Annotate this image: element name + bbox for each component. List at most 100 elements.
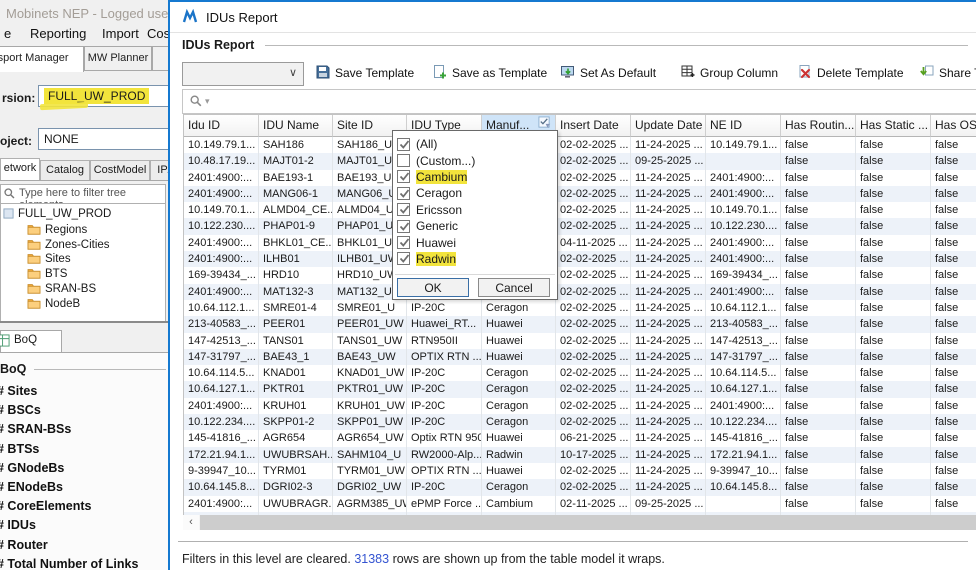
project-label: oject: [0,134,32,148]
template-select[interactable]: ∨ [182,62,304,86]
table-row[interactable]: 2401:4900:...ILHB01ILHB01_UW02-02-2025 .… [184,251,976,267]
boq-item-idus[interactable]: # IDUs [0,518,36,532]
tree-filter-input[interactable]: Type here to filter tree elements [0,184,166,204]
subtab-catalog[interactable]: Catalog [40,160,90,180]
table-row[interactable]: 213-40583_...PEER01PEER01_UWHuawei_RT...… [184,316,976,332]
boq-item-btss[interactable]: # BTSs [0,442,39,456]
menu-item-e[interactable]: e [4,26,11,41]
cell-update-date: 11-24-2025 ... [631,170,706,186]
checked-checkbox-icon[interactable] [397,187,410,200]
checked-checkbox-icon[interactable] [397,220,410,233]
save-as-template-button[interactable]: Save as Template [432,62,547,84]
tree-item-label: SRAN-BS [45,282,96,296]
column-header-insert-date[interactable]: Insert Date [556,115,631,137]
table-row[interactable]: 169-39434_...HRD10HRD10_UW02-02-2025 ...… [184,267,976,283]
table-row[interactable]: 10.149.70.1...ALMD04_CE...ALMD04_U02-02-… [184,202,976,218]
table-row[interactable]: 2401:4900:...MAT132-3MAT132_U02-02-2025 … [184,284,976,300]
table-row[interactable]: 10.64.145.8...DGRI02-3DGRI02_UWIP-20CCer… [184,479,976,495]
boq-item-coreelements[interactable]: # CoreElements [0,499,91,513]
project-field[interactable]: NONE [38,128,168,150]
table-row[interactable]: 147-42513_...TANS01TANS01_UWRTN950IIHuaw… [184,333,976,349]
menu-item-cost[interactable]: Cost [147,26,168,41]
checked-checkbox-icon[interactable] [397,252,410,265]
table-row[interactable]: 10.64.127.1...PKTR01PKTR01_UWIP-20CCerag… [184,381,976,397]
checked-checkbox-icon[interactable] [397,138,410,151]
column-header-idu-name[interactable]: IDU Name [259,115,333,137]
dialog-titlebar[interactable]: IDUs Report [170,2,976,32]
menu-item-reporting[interactable]: Reporting [30,26,86,41]
search-caret-icon: ▾ [205,96,210,107]
table-row[interactable]: 10.48.17.19...MAJT01-2MAJT01_U02-02-2025… [184,153,976,169]
column-header-has-static[interactable]: Has Static ... [856,115,931,137]
boq-item-sran-bss[interactable]: # SRAN-BSs [0,422,71,436]
table-row[interactable]: 9-39947_10...TYRM01TYRM01_UWOPTIX RTN ..… [184,463,976,479]
filter-option-generic[interactable]: Generic [393,218,458,234]
filter-option-all[interactable]: (All) [393,136,437,152]
table-row[interactable]: 172.21.94.1...UWUBRSAH...SAHM104_URW2000… [184,447,976,463]
checked-checkbox-icon[interactable] [397,236,410,249]
group-column-button[interactable]: Group Column [680,62,778,84]
ok-button[interactable]: OK [397,278,469,297]
column-header-idu-id[interactable]: Idu ID [184,115,259,137]
table-row[interactable]: 10.122.230....PHAP01-9PHAP01_U02-02-2025… [184,218,976,234]
table-row[interactable]: 2401:4900:...BAE193-1BAE193_U02-02-2025 … [184,170,976,186]
horizontal-scrollbar[interactable]: ‹ [183,515,976,530]
subtab-costmodel[interactable]: CostModel [90,160,150,180]
scrollbar-thumb[interactable] [200,515,976,530]
column-header-ne-id[interactable]: NE ID [706,115,781,137]
boq-item-router[interactable]: # Router [0,538,48,552]
cell-manuf: Huawei [482,349,556,365]
panel-splitter[interactable] [0,321,168,323]
table-row[interactable]: 147-31797_...BAE43_1BAE43_UWOPTIX RTN ..… [184,349,976,365]
table-row[interactable]: 10.149.79.1...SAH186SAH186_U02-02-2025 .… [184,137,976,153]
table-row[interactable]: 10.122.234....SKPP01-2SKPP01_UWIP-20CCer… [184,414,976,430]
table-search-input[interactable]: ▾ [182,89,976,114]
cell-insert-date: 02-02-2025 ... [556,170,631,186]
filter-option-huawei[interactable]: Huawei [393,234,456,250]
cell-insert-date: 02-02-2025 ... [556,284,631,300]
filter-option-ericsson[interactable]: Ericsson [393,202,462,218]
set-as-default-button[interactable]: Set As Default [560,62,656,84]
column-header-has-routin[interactable]: Has Routin... [781,115,856,137]
table-row[interactable]: 2401:4900:...BHKL01_CE...BHKL01_UW04-11-… [184,235,976,251]
subtab-etwork[interactable]: etwork [0,158,40,180]
unchecked-checkbox-icon[interactable] [397,154,410,167]
boq-item-total-number-of-links[interactable]: # Total Number of Links [0,557,138,570]
tab-ansport-manager[interactable]: ansport Manager [0,46,84,72]
tab-boq[interactable]: BoQ [0,330,62,352]
share-te-button[interactable]: Share Te [919,62,976,84]
cell-insert-date: 10-17-2025 ... [556,447,631,463]
tab-mw-planner[interactable]: MW Planner [84,46,152,70]
boq-item-enodebs[interactable]: # ENodeBs [0,480,63,494]
checked-checkbox-icon[interactable] [397,170,410,183]
save-template-button[interactable]: Save Template [315,62,414,84]
filter-option-cambium[interactable]: Cambium [393,169,467,185]
cell-has-routin: false [781,218,856,234]
table-row[interactable]: 10.64.114.5...KNAD01KNAD01_UWIP-20CCerag… [184,365,976,381]
delete-template-button[interactable]: Delete Template [797,62,904,84]
main-app-window: Mobinets NEP - Logged user: P eReporting… [0,0,168,570]
subtab-ip[interactable]: IP/ [150,160,168,180]
table-row[interactable]: 145-41816_...AGR654AGR654_UWOptix RTN 95… [184,430,976,446]
menu-item-import[interactable]: Import [102,26,139,41]
tab-r[interactable]: R [152,46,168,70]
scroll-left-arrow-icon[interactable]: ‹ [183,515,199,530]
boq-item-sites[interactable]: # Sites [0,384,37,398]
cancel-button[interactable]: Cancel [478,278,550,297]
filter-option-radwin[interactable]: Radwin [393,251,456,267]
boq-item-gnodebs[interactable]: # GNodeBs [0,461,64,475]
table-row[interactable]: 10.64.112.1...SMRE01-4SMRE01_UIP-20CCera… [184,300,976,316]
cell-has-static: false [856,170,931,186]
cell-idu-name: BAE193-1 [259,170,333,186]
column-header-update-date[interactable]: Update Date [631,115,706,137]
checked-checkbox-icon[interactable] [397,203,410,216]
filter-option-ceragon[interactable]: Ceragon [393,185,462,201]
table-row[interactable]: 2401:4900:...KRUH01KRUH01_UWIP-20CCerago… [184,398,976,414]
table-row[interactable]: 2401:4900:...UWUBRAGR...AGRM385_UWePMP F… [184,496,976,512]
column-header-has-osp[interactable]: Has OSP [931,115,976,137]
filter-option-custom[interactable]: (Custom...) [393,152,475,168]
cell-idu-type: IP-20C [407,414,482,430]
cell-manuf: Huawei [482,463,556,479]
boq-item-bscs[interactable]: # BSCs [0,403,41,417]
table-row[interactable]: 2401:4900:...MANG06-1MANG06_U02-02-2025 … [184,186,976,202]
